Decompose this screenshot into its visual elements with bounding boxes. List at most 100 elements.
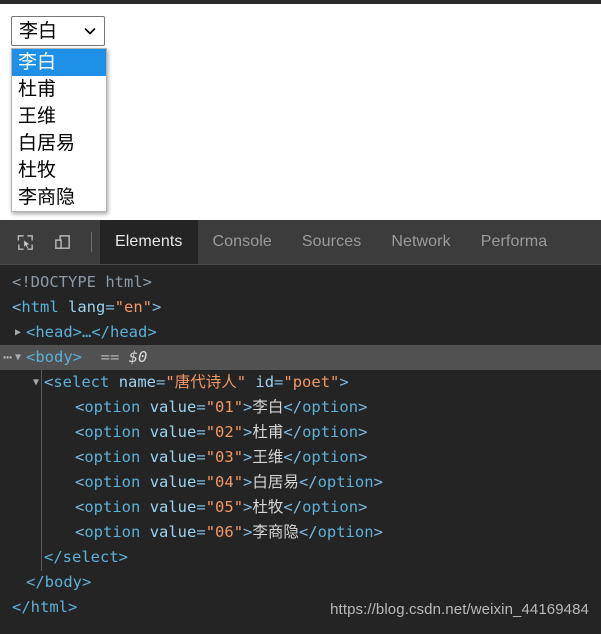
dropdown-option-02[interactable]: 杜甫 bbox=[12, 76, 106, 103]
dropdown-option-label: 李白 bbox=[18, 51, 57, 73]
attr-value: "05" bbox=[205, 498, 244, 516]
dom-row-html[interactable]: <html lang="en"> bbox=[0, 295, 601, 320]
close-body-text: </body> bbox=[26, 573, 92, 591]
tag-name: html bbox=[21, 298, 59, 316]
attr-value: "03" bbox=[205, 448, 244, 466]
option-text: 李白 bbox=[252, 398, 284, 416]
selected-ref: $0 bbox=[128, 348, 148, 366]
tag-name: option bbox=[84, 398, 141, 416]
devtools-panel: Elements Console Sources Network Perform… bbox=[0, 220, 601, 634]
head-collapsed-text: <head>…</head> bbox=[26, 323, 157, 341]
dom-row-body[interactable]: ⋯ ▼ <body> == $0 bbox=[0, 345, 601, 370]
option-text: 王维 bbox=[252, 448, 284, 466]
tab-label: Console bbox=[212, 233, 272, 250]
attr-value: "06" bbox=[205, 523, 244, 541]
tag-name: option bbox=[84, 498, 141, 516]
angle-close: > bbox=[152, 298, 162, 316]
attr-name: lang bbox=[68, 298, 106, 316]
attr-name: value bbox=[149, 448, 197, 466]
tab-label: Network bbox=[391, 233, 451, 250]
dropdown-option-03[interactable]: 王维 bbox=[12, 103, 106, 130]
dom-row-option[interactable]: <option value="04">白居易</option> bbox=[0, 470, 601, 495]
inspect-element-button[interactable] bbox=[10, 227, 40, 257]
attr-name: value bbox=[149, 498, 197, 516]
expand-triangle-expanded-icon[interactable]: ▼ bbox=[33, 370, 44, 395]
poet-select-dropdown[interactable]: 李白 杜甫 王维 白居易 杜牧 李商隐 bbox=[11, 48, 107, 212]
devtools-toolbar: Elements Console Sources Network Perform… bbox=[0, 220, 601, 265]
tab-console[interactable]: Console bbox=[198, 220, 287, 264]
dropdown-option-label: 杜牧 bbox=[18, 159, 57, 181]
tag-name: option bbox=[317, 473, 374, 491]
option-text: 白居易 bbox=[252, 473, 299, 491]
expand-triangle-expanded-icon[interactable]: ▼ bbox=[15, 345, 26, 370]
devtools-tabbar: Elements Console Sources Network Perform… bbox=[100, 220, 601, 264]
option-text: 杜甫 bbox=[252, 423, 284, 441]
device-toolbar-icon bbox=[54, 234, 70, 249]
web-page-viewport: 李白 李白 杜甫 王维 白居易 杜牧 李商隐 bbox=[0, 4, 601, 220]
chevron-down-icon bbox=[84, 28, 96, 35]
tab-label: Sources bbox=[301, 233, 362, 250]
dropdown-option-05[interactable]: 杜牧 bbox=[12, 157, 106, 184]
dropdown-option-label: 王维 bbox=[18, 105, 57, 127]
attr-name: value bbox=[149, 473, 197, 491]
option-text: 李商隐 bbox=[252, 523, 299, 541]
poet-select-value: 李白 bbox=[19, 19, 58, 42]
tag-name: option bbox=[302, 423, 359, 441]
dropdown-option-01[interactable]: 李白 bbox=[12, 49, 106, 76]
attr-value: "唐代诗人" bbox=[165, 373, 247, 391]
dom-row-option[interactable]: <option value="02">杜甫</option> bbox=[0, 420, 601, 445]
body-tag-text: <body> bbox=[26, 348, 82, 366]
poet-select[interactable]: 李白 bbox=[11, 16, 105, 46]
doctype-text: <!DOCTYPE html> bbox=[12, 273, 152, 291]
dropdown-option-label: 白居易 bbox=[18, 132, 76, 154]
expand-triangle-collapsed-icon[interactable]: ▶ bbox=[15, 320, 26, 345]
tab-label: Elements bbox=[115, 233, 183, 250]
dropdown-option-04[interactable]: 白居易 bbox=[12, 130, 106, 157]
tab-network[interactable]: Network bbox=[376, 220, 465, 264]
attr-name: value bbox=[149, 423, 197, 441]
toolbar-separator bbox=[91, 232, 92, 252]
row-more-options-icon[interactable]: ⋯ bbox=[3, 345, 13, 370]
devtools-toolbar-buttons bbox=[0, 220, 100, 264]
tag-name: option bbox=[317, 523, 374, 541]
selected-eq: == bbox=[100, 348, 120, 366]
tag-name: option bbox=[84, 423, 141, 441]
tab-elements[interactable]: Elements bbox=[100, 220, 198, 264]
attr-name: name bbox=[118, 373, 157, 391]
dom-row-option[interactable]: <option value="06">李商隐</option> bbox=[0, 520, 601, 545]
dom-row-head[interactable]: ▶ <head>…</head> bbox=[0, 320, 601, 345]
dropdown-option-label: 李商隐 bbox=[18, 186, 76, 208]
tag-name: option bbox=[302, 398, 359, 416]
dom-row-option[interactable]: <option value="03">王维</option> bbox=[0, 445, 601, 470]
dom-row-html-close[interactable]: </html> bbox=[0, 595, 601, 620]
attr-value: "en" bbox=[114, 298, 153, 316]
dom-row-select[interactable]: ▼ <select name="唐代诗人" id="poet"> bbox=[0, 370, 601, 395]
tag-name: option bbox=[302, 498, 359, 516]
tab-label: Performa bbox=[480, 233, 548, 250]
tab-performance[interactable]: Performa bbox=[466, 220, 563, 264]
attr-name: id bbox=[255, 373, 275, 391]
attr-value: "04" bbox=[205, 473, 244, 491]
toggle-device-toolbar-button[interactable] bbox=[47, 227, 77, 257]
dom-row-option[interactable]: <option value="05">杜牧</option> bbox=[0, 495, 601, 520]
dom-row-body-close[interactable]: </body> bbox=[0, 570, 601, 595]
option-text: 杜牧 bbox=[252, 498, 284, 516]
tag-name: option bbox=[84, 473, 141, 491]
dom-row-doctype[interactable]: <!DOCTYPE html> bbox=[0, 270, 601, 295]
tag-name: option bbox=[84, 523, 141, 541]
close-select-text: </select> bbox=[44, 548, 128, 566]
dropdown-option-06[interactable]: 李商隐 bbox=[12, 184, 106, 211]
dom-row-option[interactable]: <option value="01">李白</option> bbox=[0, 395, 601, 420]
close-html-text: </html> bbox=[12, 598, 78, 616]
angle-open: < bbox=[12, 298, 22, 316]
tab-sources[interactable]: Sources bbox=[287, 220, 376, 264]
dom-tree: <!DOCTYPE html> <html lang="en"> ▶ <head>… bbox=[0, 265, 601, 620]
attr-value: "poet" bbox=[283, 373, 340, 391]
dom-row-select-close[interactable]: </select> bbox=[0, 545, 601, 570]
inspect-element-icon bbox=[17, 234, 33, 250]
attr-value: "02" bbox=[205, 423, 244, 441]
attr-name: value bbox=[149, 523, 197, 541]
attr-name: value bbox=[149, 398, 197, 416]
tag-name: select bbox=[53, 373, 110, 391]
tag-name: option bbox=[84, 448, 141, 466]
